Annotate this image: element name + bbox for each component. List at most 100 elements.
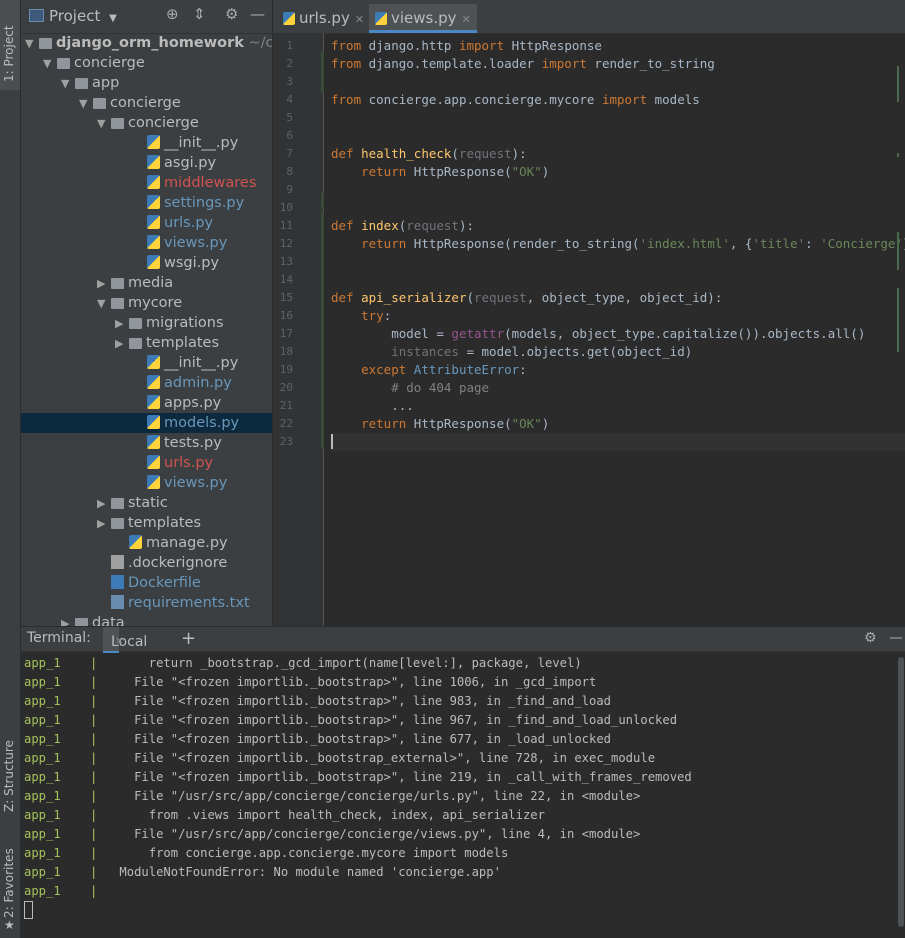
code-line[interactable]: 9 <box>286 181 905 199</box>
tree-file[interactable]: urls.py <box>21 453 272 473</box>
tree-folder[interactable]: ▶ templates <box>21 513 272 533</box>
tree-folder[interactable]: ▶ data <box>21 613 272 626</box>
chevron-down-icon[interactable]: ▼ <box>61 74 75 94</box>
editor-tab-bar: urls.py ✕ views.py ✕ <box>273 0 905 34</box>
code-line[interactable]: 4 from concierge.app.concierge.mycore imp… <box>286 91 905 109</box>
code-line[interactable]: 17 model = getattr(models, object_type.c… <box>280 325 905 343</box>
code-line[interactable]: 12 return HttpResponse(render_to_string(… <box>280 235 905 253</box>
tree-file[interactable]: views.py <box>21 233 272 253</box>
tree-file[interactable]: asgi.py <box>21 153 272 173</box>
chevron-right-icon[interactable]: ▶ <box>97 514 111 534</box>
tree-item-label: views.py <box>164 475 228 491</box>
collapse-all-icon[interactable]: ⇕ <box>193 5 206 23</box>
hide-panel-icon[interactable]: — <box>889 630 903 646</box>
hide-panel-icon[interactable]: — <box>250 5 265 23</box>
tree-file[interactable]: middlewares <box>21 173 272 193</box>
gear-icon[interactable]: ⚙ <box>864 630 877 646</box>
chevron-right-icon[interactable]: ▶ <box>97 494 111 514</box>
chevron-down-icon[interactable]: ▼ <box>43 54 57 74</box>
terminal-prompt[interactable] <box>24 901 897 920</box>
tree-folder[interactable]: ▼ concierge <box>21 93 272 113</box>
tree-item-label: migrations <box>146 315 224 331</box>
code-line[interactable]: 1 from django.http import HttpResponse <box>286 37 905 55</box>
tree-folder[interactable]: ▼ django_orm_homework ~/con <box>21 33 272 53</box>
close-icon[interactable]: ✕ <box>115 630 123 654</box>
chevron-down-icon[interactable]: ▼ <box>25 34 39 54</box>
folder-icon <box>111 498 124 509</box>
folder-icon <box>75 618 88 626</box>
code-line[interactable]: 6 <box>286 127 905 145</box>
tree-folder[interactable]: ▼ app <box>21 73 272 93</box>
code-line[interactable]: 7 def health_check(request): <box>286 145 905 163</box>
code-line[interactable]: 10 <box>280 199 905 217</box>
gear-icon[interactable]: ⚙ <box>225 5 238 23</box>
tab-urls-py[interactable]: urls.py ✕ <box>277 4 370 32</box>
tree-file[interactable]: admin.py <box>21 373 272 393</box>
chevron-down-icon[interactable]: ▼ <box>97 114 111 134</box>
tree-folder[interactable]: ▼ mycore <box>21 293 272 313</box>
code-text: from django.template.loader import rende… <box>331 56 715 71</box>
tree-file[interactable]: .dockerignore <box>21 553 272 573</box>
tree-folder[interactable]: ▼ concierge <box>21 113 272 133</box>
tree-folder[interactable]: ▶ templates <box>21 333 272 353</box>
tree-file[interactable]: settings.py <box>21 193 272 213</box>
tree-file[interactable]: manage.py <box>21 533 272 553</box>
tree-file[interactable]: Dockerfile <box>21 573 272 593</box>
tree-file[interactable]: __init__.py <box>21 133 272 153</box>
tree-file[interactable]: requirements.txt <box>21 593 272 613</box>
code-line[interactable]: 3 <box>286 73 905 91</box>
code-text: from concierge.app.concierge.mycore impo… <box>331 92 700 107</box>
chevron-down-icon[interactable]: ▼ <box>97 294 111 314</box>
chevron-right-icon[interactable]: ▶ <box>97 274 111 294</box>
locate-icon[interactable]: ⊕ <box>166 5 179 23</box>
code-area[interactable]: 1 from django.http import HttpResponse 2 fr… <box>280 33 905 626</box>
code-line[interactable]: 2 from django.template.loader import rend… <box>286 55 905 73</box>
tree-folder[interactable]: ▶ migrations <box>21 313 272 333</box>
code-line[interactable]: 5 <box>286 109 905 127</box>
terminal-output[interactable]: app_1 | return _bootstrap._gcd_import(na… <box>24 654 897 938</box>
tree-item-label: app <box>92 75 120 91</box>
tree-file[interactable]: urls.py <box>21 213 272 233</box>
code-line[interactable]: 14 <box>280 271 905 289</box>
code-line[interactable]: 13 <box>280 253 905 271</box>
code-line[interactable]: 11 def index(request): <box>280 217 905 235</box>
add-terminal-icon[interactable]: + <box>181 628 196 649</box>
tab-terminal-local[interactable]: Local ✕ <box>103 627 147 653</box>
code-line[interactable]: 15 def api_serializer(request, object_typ… <box>280 289 905 307</box>
tree-item-label: __init__.py <box>164 135 239 151</box>
structure-tool-tab[interactable]: Z: Structure <box>0 720 20 815</box>
code-line[interactable]: 16 try: <box>280 307 905 325</box>
file-icon <box>111 555 124 569</box>
close-icon[interactable]: ✕ <box>355 13 364 26</box>
chevron-down-icon[interactable]: ▼ <box>79 94 93 114</box>
tree-file[interactable]: __init__.py <box>21 353 272 373</box>
tree-folder[interactable]: ▶ media <box>21 273 272 293</box>
project-view-selector[interactable]: Project ▼ <box>29 7 117 25</box>
code-line[interactable]: 8 return HttpResponse("OK") <box>286 163 905 181</box>
code-line[interactable]: 18 instances = model.objects.get(object_… <box>280 343 905 361</box>
chevron-right-icon[interactable]: ▶ <box>115 334 129 354</box>
line-number: 11 <box>279 219 293 232</box>
code-line[interactable]: 20 # do 404 page <box>280 379 905 397</box>
code-line[interactable]: 21 ... <box>280 397 905 415</box>
favorites-tool-tab[interactable]: 2: Favorites ★ <box>0 830 20 932</box>
code-line[interactable]: 19 except AttributeError: <box>280 361 905 379</box>
folder-icon <box>111 118 124 129</box>
tree-file[interactable]: models.py <box>21 413 272 433</box>
tree-item-label: views.py <box>164 235 228 251</box>
project-tool-tab[interactable]: 1: Project <box>0 0 20 90</box>
tab-views-py[interactable]: views.py ✕ <box>369 4 477 33</box>
tree-file[interactable]: tests.py <box>21 433 272 453</box>
tree-folder[interactable]: ▶ static <box>21 493 272 513</box>
tree-file[interactable]: wsgi.py <box>21 253 272 273</box>
code-line[interactable]: 22 return HttpResponse("OK") <box>280 415 905 433</box>
code-line[interactable]: 23 <box>280 433 905 451</box>
chevron-right-icon[interactable]: ▶ <box>61 614 75 626</box>
tree-folder[interactable]: ▼ concierge <box>21 53 272 73</box>
close-icon[interactable]: ✕ <box>462 13 471 26</box>
chevron-right-icon[interactable]: ▶ <box>115 314 129 334</box>
tree-file[interactable]: apps.py <box>21 393 272 413</box>
tree-file[interactable]: views.py <box>21 473 272 493</box>
terminal-scrollbar[interactable] <box>898 657 904 927</box>
line-number: 12 <box>279 237 293 250</box>
